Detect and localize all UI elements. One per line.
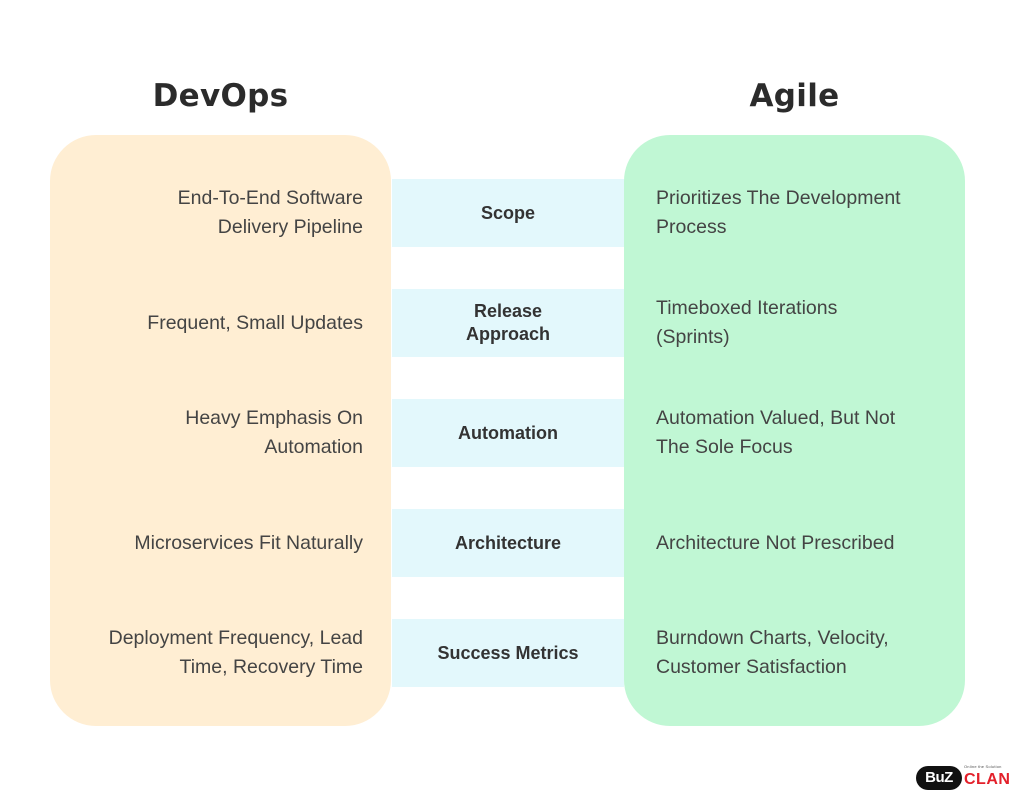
agile-cell: Burndown Charts, Velocity, Customer Sati… <box>656 619 946 687</box>
buzzclan-logo: BuZ Online the Solution CLAN <box>914 764 1011 794</box>
agile-cell: Timeboxed Iterations (Sprints) <box>656 289 946 357</box>
agile-text: Architecture Not Prescribed <box>656 531 895 554</box>
category-label: Scope <box>480 202 536 223</box>
devops-text: End-To-End Software Delivery Pipeline <box>177 187 363 238</box>
category-label: Release Approach <box>465 301 550 344</box>
category-label: Architecture <box>454 532 562 553</box>
logo-clan: CLAN <box>964 771 1011 788</box>
devops-text: Heavy Emphasis On Automation <box>185 407 363 458</box>
devops-cell: Frequent, Small Updates <box>60 289 363 357</box>
devops-title: DevOps <box>152 78 289 114</box>
devops-text: Deployment Frequency, Lead Time, Recover… <box>108 627 363 678</box>
category-band: Automation <box>392 399 624 467</box>
agile-title: Agile <box>749 78 840 114</box>
logo-tagline: Online the Solution <box>964 764 1002 769</box>
agile-cell: Automation Valued, But Not The Sole Focu… <box>656 399 946 467</box>
logo-buz: BuZ <box>916 766 962 790</box>
agile-text: Burndown Charts, Velocity, Customer Sati… <box>656 627 889 678</box>
devops-cell: Deployment Frequency, Lead Time, Recover… <box>60 619 363 687</box>
agile-text: Prioritizes The Development Process <box>656 187 901 238</box>
category-band: Release Approach <box>392 289 624 357</box>
devops-cell: Heavy Emphasis On Automation <box>60 399 363 467</box>
category-label: Automation <box>458 422 558 443</box>
category-label: Success Metrics <box>437 642 579 663</box>
agile-cell: Architecture Not Prescribed <box>656 509 946 577</box>
devops-cell: End-To-End Software Delivery Pipeline <box>60 179 363 247</box>
devops-cell: Microservices Fit Naturally <box>60 509 363 577</box>
agile-text: Automation Valued, But Not The Sole Focu… <box>656 407 896 458</box>
category-band: Success Metrics <box>392 619 624 687</box>
devops-text: Microservices Fit Naturally <box>134 531 363 554</box>
agile-cell: Prioritizes The Development Process <box>656 179 946 247</box>
agile-text: Timeboxed Iterations (Sprints) <box>656 297 838 348</box>
devops-text: Frequent, Small Updates <box>147 311 363 334</box>
category-band: Architecture <box>392 509 624 577</box>
category-band: Scope <box>392 179 624 247</box>
